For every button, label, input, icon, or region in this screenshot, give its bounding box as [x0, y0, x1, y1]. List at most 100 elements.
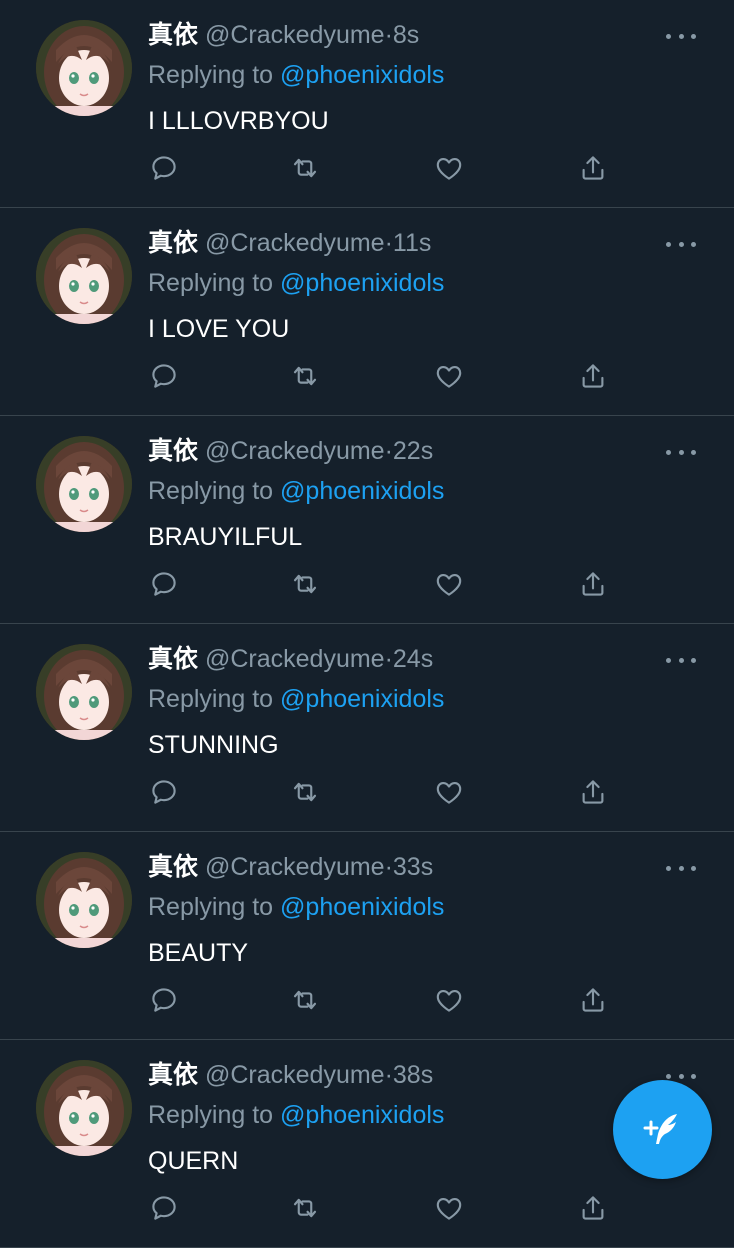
reply-button[interactable] [148, 980, 180, 1020]
timestamp[interactable]: 8s [393, 21, 419, 49]
mention-link[interactable]: @phoenixidols [280, 685, 444, 713]
timestamp[interactable]: 38s [393, 1061, 433, 1089]
display-name[interactable]: 真依 [148, 645, 198, 673]
avatar[interactable] [36, 644, 132, 740]
reply-button[interactable] [148, 1188, 180, 1228]
reply-button[interactable] [148, 772, 180, 812]
share-button[interactable] [577, 564, 609, 604]
share-button[interactable] [577, 980, 609, 1020]
like-button[interactable] [433, 980, 465, 1020]
tweet-text: I LLLOVRBYOU [148, 107, 329, 135]
reply-button[interactable] [148, 356, 180, 396]
tweet-text: I LOVE YOU [148, 315, 290, 343]
separator-dot: · [384, 437, 393, 465]
timestamp[interactable]: 33s [393, 853, 433, 881]
share-icon [582, 572, 604, 596]
replying-to: Replying to @phoenixidols [148, 682, 444, 716]
share-icon [582, 1196, 604, 1220]
share-button[interactable] [577, 356, 609, 396]
retweet-icon [293, 366, 317, 386]
retweet-button[interactable] [289, 772, 321, 812]
like-button[interactable] [433, 148, 465, 188]
like-button[interactable] [433, 356, 465, 396]
tweet-header: 真依 @Crackedyume·38s [148, 1058, 433, 1092]
tweet[interactable]: 真依 @Crackedyume·22s Replying to @phoenix… [0, 416, 734, 624]
more-icon[interactable] [666, 854, 696, 882]
like-button[interactable] [433, 564, 465, 604]
more-icon[interactable] [666, 230, 696, 258]
compose-tweet-button[interactable] [613, 1080, 712, 1179]
display-name[interactable]: 真依 [148, 853, 198, 881]
share-button[interactable] [577, 148, 609, 188]
replying-to: Replying to @phoenixidols [148, 266, 444, 300]
user-handle[interactable]: @Crackedyume [205, 437, 385, 465]
tweet-actions [148, 356, 618, 396]
share-icon [582, 988, 604, 1012]
replying-to: Replying to @phoenixidols [148, 1098, 444, 1132]
more-icon[interactable] [666, 646, 696, 674]
avatar[interactable] [36, 20, 132, 116]
timestamp[interactable]: 22s [393, 437, 433, 465]
tweet-header: 真依 @Crackedyume·24s [148, 642, 433, 676]
avatar[interactable] [36, 1060, 132, 1156]
avatar-image [36, 228, 132, 324]
retweet-icon [293, 158, 317, 178]
share-button[interactable] [577, 1188, 609, 1228]
reply-button[interactable] [148, 148, 180, 188]
user-handle[interactable]: @Crackedyume [205, 645, 385, 673]
tweet[interactable]: 真依 @Crackedyume·33s Replying to @phoenix… [0, 832, 734, 1040]
like-button[interactable] [433, 1188, 465, 1228]
share-icon [582, 780, 604, 804]
tweet-header: 真依 @Crackedyume·33s [148, 850, 433, 884]
share-icon [582, 364, 604, 388]
mention-link[interactable]: @phoenixidols [280, 61, 444, 89]
timeline: 真依 @Crackedyume·8s Replying to @phoenixi… [0, 0, 734, 1248]
retweet-button[interactable] [289, 356, 321, 396]
reply-button[interactable] [148, 564, 180, 604]
avatar[interactable] [36, 436, 132, 532]
mention-link[interactable]: @phoenixidols [280, 893, 444, 921]
reply-icon [152, 364, 176, 388]
mention-link[interactable]: @phoenixidols [280, 477, 444, 505]
retweet-icon [293, 990, 317, 1010]
avatar[interactable] [36, 852, 132, 948]
tweet-text: BRAUYILFUL [148, 523, 303, 551]
display-name[interactable]: 真依 [148, 437, 198, 465]
share-button[interactable] [577, 772, 609, 812]
retweet-button[interactable] [289, 980, 321, 1020]
tweet[interactable]: 真依 @Crackedyume·8s Replying to @phoenixi… [0, 0, 734, 208]
display-name[interactable]: 真依 [148, 21, 198, 49]
retweet-button[interactable] [289, 148, 321, 188]
avatar-image [36, 436, 132, 532]
mention-link[interactable]: @phoenixidols [280, 1101, 444, 1129]
user-handle[interactable]: @Crackedyume [205, 1061, 385, 1089]
retweet-button[interactable] [289, 564, 321, 604]
replying-to-label: Replying to [148, 1101, 274, 1129]
tweet-header: 真依 @Crackedyume·22s [148, 434, 433, 468]
tweet-header: 真依 @Crackedyume·8s [148, 18, 419, 52]
display-name[interactable]: 真依 [148, 229, 198, 257]
timestamp[interactable]: 24s [393, 645, 433, 673]
user-handle[interactable]: @Crackedyume [205, 853, 385, 881]
user-handle[interactable]: @Crackedyume [205, 21, 385, 49]
reply-icon [152, 156, 176, 180]
separator-dot: · [384, 229, 393, 257]
avatar-image [36, 852, 132, 948]
tweet[interactable]: 真依 @Crackedyume·24s Replying to @phoenix… [0, 624, 734, 832]
timestamp[interactable]: 11s [393, 229, 431, 257]
display-name[interactable]: 真依 [148, 1061, 198, 1089]
replying-to-label: Replying to [148, 685, 274, 713]
mention-link[interactable]: @phoenixidols [280, 269, 444, 297]
like-button[interactable] [433, 772, 465, 812]
tweet-text: QUERN [148, 1147, 239, 1175]
more-icon[interactable] [666, 438, 696, 466]
retweet-icon [293, 782, 317, 802]
replying-to: Replying to @phoenixidols [148, 474, 444, 508]
avatar[interactable] [36, 228, 132, 324]
replying-to-label: Replying to [148, 61, 274, 89]
user-handle[interactable]: @Crackedyume [205, 229, 385, 257]
reply-icon [152, 988, 176, 1012]
more-icon[interactable] [666, 22, 696, 50]
tweet[interactable]: 真依 @Crackedyume·11s Replying to @phoenix… [0, 208, 734, 416]
retweet-button[interactable] [289, 1188, 321, 1228]
